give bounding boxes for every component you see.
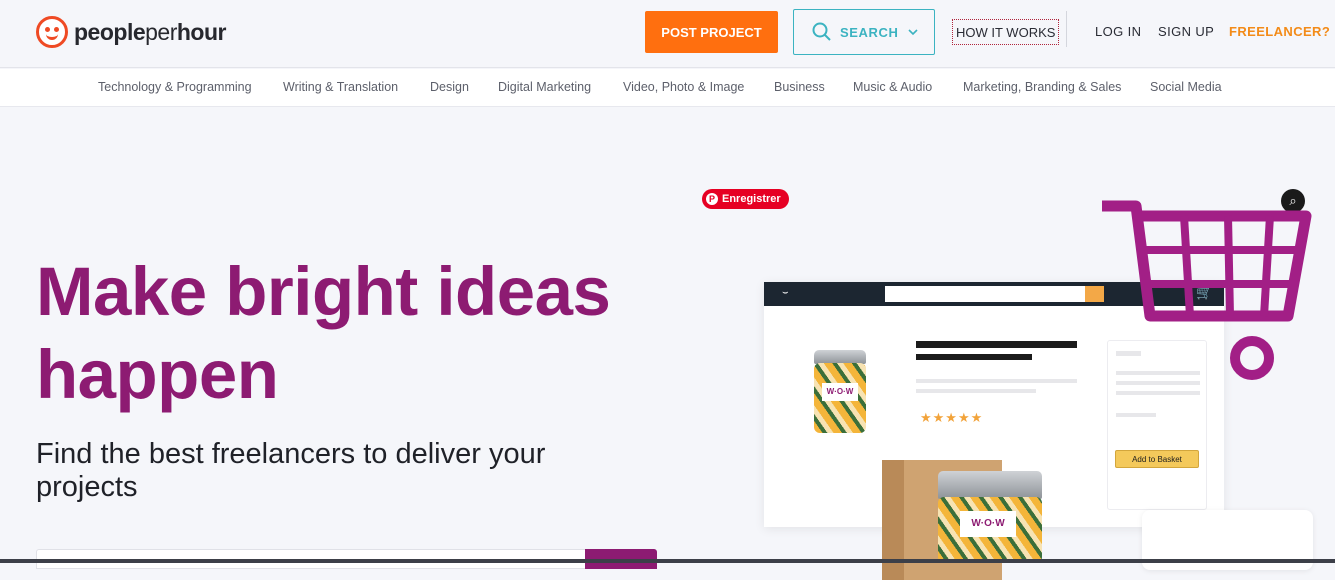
top-header: peopleperhour POST PROJECT SEARCH HOW IT… xyxy=(0,0,1335,68)
add-to-basket-button: Add to Basket xyxy=(1115,450,1199,468)
pinterest-save-label: Enregistrer xyxy=(722,193,781,205)
chevron-down-icon xyxy=(907,29,918,36)
jar-label-large: W·O·W xyxy=(960,511,1016,537)
hero-title: Make bright ideas happen xyxy=(36,250,611,416)
jar-lid xyxy=(814,350,866,364)
category-nav: Technology & Programming Writing & Trans… xyxy=(0,69,1335,107)
category-business[interactable]: Business xyxy=(774,80,825,94)
sign-up-link[interactable]: SIGN UP xyxy=(1158,24,1214,39)
post-project-button[interactable]: POST PROJECT xyxy=(645,11,778,53)
hero-title-line2: happen xyxy=(36,336,279,413)
jar-lid-large xyxy=(938,471,1042,499)
jar-label-small: W·O·W xyxy=(822,383,858,401)
category-writing-translation[interactable]: Writing & Translation xyxy=(283,80,398,94)
logo-text: peopleperhour xyxy=(74,18,226,45)
hero-title-line1: Make bright ideas xyxy=(36,253,611,330)
category-design[interactable]: Design xyxy=(430,80,469,94)
mock-search-field xyxy=(885,286,1085,302)
search-icon xyxy=(812,22,831,41)
category-digital-marketing[interactable]: Digital Marketing xyxy=(498,80,591,94)
pinterest-save-button[interactable]: P Enregistrer xyxy=(702,189,789,209)
logo-face-icon xyxy=(36,16,68,48)
category-video-photo-image[interactable]: Video, Photo & Image xyxy=(623,80,744,94)
search-dropdown-button[interactable]: SEARCH xyxy=(793,9,935,55)
category-marketing-branding-sales[interactable]: Marketing, Branding & Sales xyxy=(963,80,1121,94)
freelancer-link[interactable]: FREELANCER? xyxy=(1229,24,1330,39)
bottom-edge xyxy=(0,559,1335,563)
hero-subtitle: Find the best freelancers to deliver you… xyxy=(36,438,546,503)
how-it-works-link[interactable]: HOW IT WORKS xyxy=(952,19,1060,45)
mock-text-line xyxy=(916,379,1077,383)
category-social-media[interactable]: Social Media xyxy=(1150,80,1222,94)
category-technology-programming[interactable]: Technology & Programming xyxy=(98,80,252,94)
header-divider xyxy=(1066,11,1067,47)
logo[interactable]: peopleperhour xyxy=(36,15,226,49)
mock-title-bar-2 xyxy=(916,354,1032,360)
mock-title-bar xyxy=(916,341,1077,348)
rating-stars-icon: ★★★★★ xyxy=(920,410,984,425)
search-label: SEARCH xyxy=(840,24,899,40)
mock-text-line-2 xyxy=(916,389,1036,393)
log-in-link[interactable]: LOG IN xyxy=(1095,24,1141,39)
store-logo-icon: ⌣ xyxy=(782,287,789,298)
shopping-cart-icon xyxy=(1102,200,1312,380)
pinterest-icon: P xyxy=(706,193,718,205)
category-music-audio[interactable]: Music & Audio xyxy=(853,80,932,94)
